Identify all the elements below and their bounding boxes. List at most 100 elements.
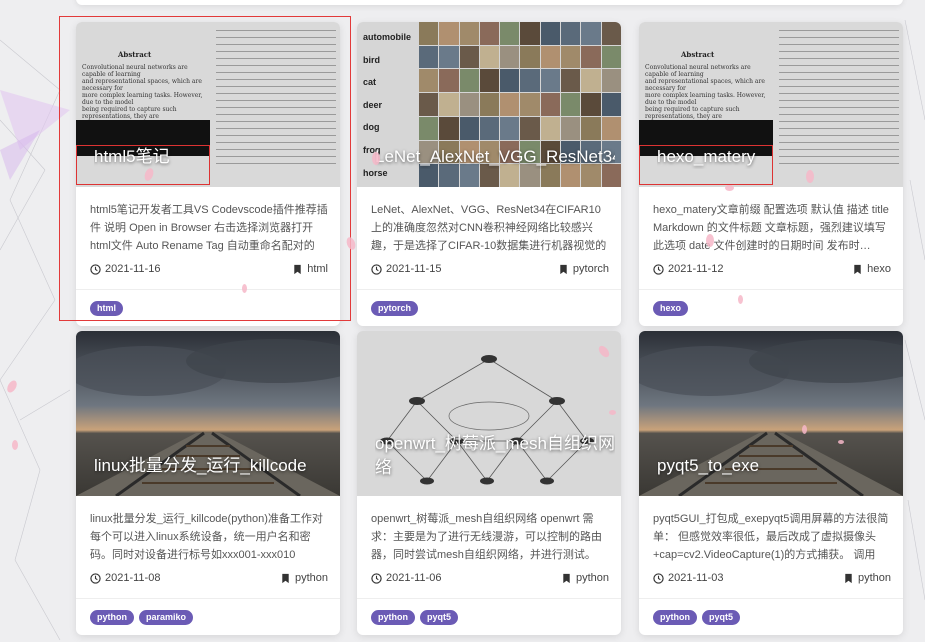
article-card-hexo[interactable]: Abstract Convolutional neural networks a… [639,22,903,326]
card-meta: 2021-11-16 html [90,261,328,279]
bookmark-icon [563,573,570,583]
card-category[interactable]: python [843,572,891,584]
paper-heading: Abstract [681,50,715,59]
cifar-thumbnail [459,45,479,69]
card-cover[interactable]: Abstract Convolutional neural networks a… [76,22,340,187]
tag-pyqt5[interactable]: pyqt5 [702,609,741,625]
cifar-label: deer [363,99,383,110]
cifar-thumbnail [540,45,561,69]
card-date: 2021-11-06 [371,572,441,584]
cifar-thumbnail [561,45,581,69]
card-category[interactable]: pytorch [558,263,609,275]
tag-pytorch[interactable]: pytorch [371,300,419,316]
card-summary: LeNet、AlexNet、VGG、ResNet34在CIFAR10上的准确度忽… [371,204,607,252]
cifar-thumbnail [479,116,500,140]
cifar-thumbnail [581,116,601,140]
card-cover[interactable]: automobile bird cat deer dog frog horse … [357,22,621,187]
card-category-text[interactable]: pytorch [573,263,609,275]
article-card-linux[interactable]: linux批量分发_运行_killcode linux批量分发_运行_killc… [76,331,340,635]
cifar-thumbnail [540,22,561,45]
card-cover-title[interactable]: openwrt_树莓派_mesh自组织网络 [375,432,615,480]
clock-icon [90,572,101,584]
tag-python[interactable]: python [371,609,415,625]
card-summary: linux批量分发_运行_killcode(python)准备工作对每个可以进入… [90,513,323,561]
card-tags: python pyqt5 [639,599,903,635]
bookmark-icon [845,573,852,583]
card-cover[interactable]: linux批量分发_运行_killcode [76,331,340,496]
bookmark-icon [854,264,861,274]
previous-section-card [76,0,903,5]
cifar-thumbnail [581,93,601,116]
card-cover-title[interactable]: hexo_matery [657,145,897,169]
cifar-thumbnail [520,69,540,93]
cifar-thumbnail [520,45,540,69]
card-date-text: 2021-11-03 [668,572,724,584]
cifar-label: automobile [363,32,412,42]
cifar-thumbnail [419,45,439,69]
sakura-petal [609,410,616,415]
tag-pyqt5[interactable]: pyqt5 [420,609,459,625]
card-date-text: 2021-11-06 [386,572,442,584]
article-card-pyqt5[interactable]: pyqt5_to_exe pyqt5GUI_打包成_exepyqt5调用屏幕的方… [639,331,903,635]
card-tags: python paramiko [76,599,340,635]
cifar-thumbnail [439,69,459,93]
card-category-text[interactable]: hexo [867,263,891,275]
cifar-thumbnail [479,69,500,93]
cifar-thumbnail [520,116,540,140]
cifar-thumbnail [479,93,500,116]
card-cover-title[interactable]: LeNet_AlexNet_VGG_ResNet34_c [375,145,615,169]
tag-python[interactable]: python [90,609,134,625]
card-category[interactable]: python [561,572,609,584]
tag-python[interactable]: python [653,609,697,625]
sakura-petal [802,425,807,434]
cifar-label: cat [363,77,377,88]
card-cover[interactable]: Abstract Convolutional neural networks a… [639,22,903,187]
card-category-text[interactable]: python [576,572,609,584]
card-date-text: 2021-11-16 [105,263,161,275]
card-cover[interactable]: openwrt_树莓派_mesh自组织网络 [357,331,621,496]
article-card-openwrt[interactable]: openwrt_树莓派_mesh自组织网络 openwrt_树莓派_mesh自组… [357,331,621,635]
card-cover-title[interactable]: pyqt5_to_exe [657,454,897,478]
card-category-text[interactable]: html [307,263,328,275]
card-category-text[interactable]: python [295,572,328,584]
cifar-thumbnail [520,22,540,45]
card-cover[interactable]: pyqt5_to_exe [639,331,903,496]
card-summary: pyqt5GUI_打包成_exepyqt5调用屏幕的方法很简单： 但感觉效率很低… [653,513,889,561]
card-cover-title[interactable]: linux批量分发_运行_killcode [94,454,334,478]
card-category[interactable]: hexo [852,263,891,275]
cifar-label: ship [363,184,411,187]
clock-icon [653,572,664,584]
cifar-thumbnail [581,69,601,93]
tag-hexo[interactable]: hexo [653,300,689,316]
cifar-thumbnail [459,69,479,93]
card-tags: html [76,290,340,326]
cifar-thumbnail [540,116,561,140]
sakura-petal [738,295,743,304]
cifar-thumbnail [419,22,439,45]
cifar-thumbnail [520,93,540,116]
card-summary: hexo_matery文章前缀 配置选项 默认值 描述 title Markdo… [653,204,889,252]
card-date-text: 2021-11-15 [386,263,442,275]
card-cover-title[interactable]: html5笔记 [94,145,334,169]
article-card-lenet[interactable]: automobile bird cat deer dog frog horse … [357,22,621,326]
cifar-thumbnail [500,69,520,93]
card-tags: pytorch [357,290,621,326]
card-date: 2021-11-12 [653,263,723,275]
card-date-text: 2021-11-12 [668,263,724,275]
card-category[interactable]: html [292,263,328,275]
cifar-thumbnail [561,69,581,93]
cifar-thumbnail [561,22,581,45]
article-card-html5[interactable]: Abstract Convolutional neural networks a… [76,22,340,326]
card-summary: openwrt_树莓派_mesh自组织网络 openwrt 需求：主要是为了进行… [371,513,602,561]
card-date: 2021-11-15 [371,263,441,275]
card-category-text[interactable]: python [858,572,891,584]
card-category[interactable]: python [280,572,328,584]
cifar-thumbnail [439,22,459,45]
sakura-petal [372,152,380,165]
cifar-thumbnail [439,93,459,116]
cifar-label: bird [363,54,380,65]
clock-icon [90,263,101,275]
card-date: 2021-11-16 [90,263,160,275]
tag-paramiko[interactable]: paramiko [139,609,194,625]
tag-html[interactable]: html [90,300,123,316]
